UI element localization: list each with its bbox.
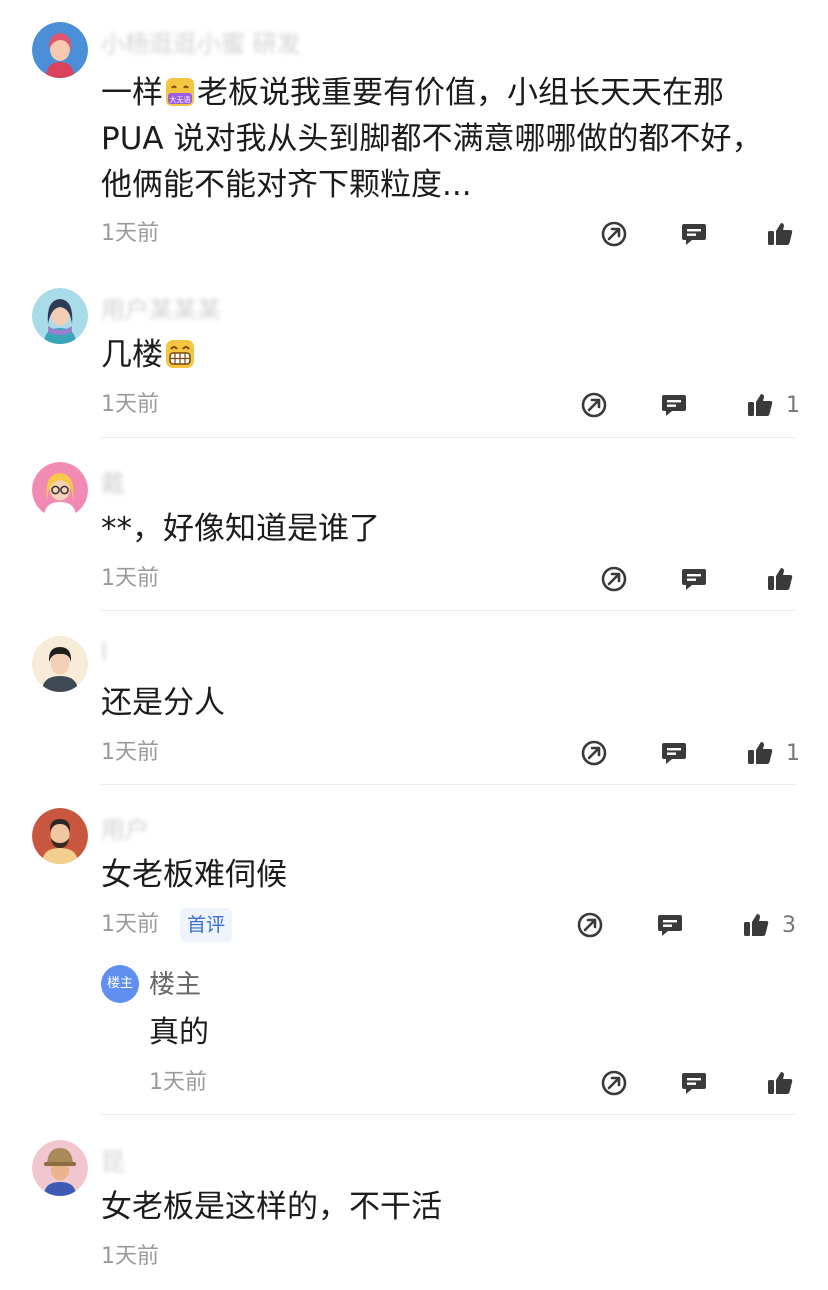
comment-author[interactable]: 用户 (101, 810, 149, 845)
comment-author[interactable]: l (101, 638, 108, 666)
share-arrow-icon (600, 565, 628, 593)
share-button[interactable] (600, 1066, 628, 1100)
reply-button[interactable] (656, 908, 684, 942)
comment-text-line: PUA 说对我从头到脚都不满意哪哪做的都不好， (101, 121, 763, 157)
reply-button[interactable] (680, 217, 708, 251)
avatar[interactable] (32, 636, 88, 692)
divider (101, 1114, 796, 1115)
thumbs-up-icon (766, 1069, 794, 1097)
share-arrow-icon (580, 391, 608, 419)
thumbs-up-icon (766, 565, 794, 593)
comment-text: **，好像知道是谁了 (101, 511, 380, 547)
grin-emoji (165, 336, 195, 368)
comment-bubble-icon (656, 911, 684, 939)
comment-bubble-icon (680, 565, 708, 593)
like-count: 1 (786, 392, 800, 418)
like-button[interactable] (766, 1066, 794, 1100)
like-button[interactable]: 3 (742, 908, 796, 942)
like-count: 1 (786, 740, 800, 766)
comment-text-line: 几楼 (101, 337, 163, 373)
grin-emoji: 大无语 (165, 74, 195, 106)
like-button[interactable]: 1 (746, 388, 800, 422)
divider (101, 784, 796, 785)
avatar[interactable] (32, 22, 88, 78)
avatar[interactable] (32, 1140, 88, 1196)
like-button[interactable] (766, 562, 806, 596)
comment-time: 1天前 (101, 392, 159, 417)
comment-author[interactable]: 小杨逛逛小蜜 研发 (101, 24, 301, 59)
reply-button[interactable] (680, 562, 708, 596)
like-count: 3 (782, 912, 796, 938)
thumbs-up-icon (742, 911, 770, 939)
divider (101, 437, 796, 438)
comment-text-line: 他俩能不能对齐下颗粒度... (101, 167, 472, 203)
comment-text-line: 一样 (101, 75, 163, 111)
share-arrow-icon (580, 739, 608, 767)
share-button[interactable] (580, 736, 608, 770)
share-arrow-icon (600, 1069, 628, 1097)
op-avatar[interactable]: 楼主 (101, 965, 139, 1003)
comment-time: 1天前 (101, 1244, 159, 1269)
avatar[interactable] (32, 288, 88, 344)
reply-time: 1天前 (149, 1070, 207, 1095)
comment-bubble-icon (660, 391, 688, 419)
reply-button[interactable] (680, 1066, 708, 1100)
reply-author[interactable]: 楼主 (149, 968, 201, 1002)
thumbs-up-icon (766, 220, 794, 248)
thumbs-up-icon (746, 391, 774, 419)
share-button[interactable] (580, 388, 608, 422)
reply-button[interactable] (660, 736, 688, 770)
divider (101, 610, 796, 611)
reply-button[interactable] (660, 388, 688, 422)
share-button[interactable] (600, 217, 628, 251)
comment-bubble-icon (660, 739, 688, 767)
comment-author[interactable]: 昆 (101, 1142, 125, 1177)
share-button[interactable] (600, 562, 628, 596)
avatar[interactable] (32, 808, 88, 864)
comment-list: 小杨逛逛小蜜 研发 一样 大无语 老板说我重要有价值，小组长天天在那 PUA 说对我… (0, 0, 828, 1290)
share-arrow-icon (576, 911, 604, 939)
comment-time: 1天前 (101, 221, 159, 246)
thumbs-up-icon (746, 739, 774, 767)
comment-time: 1天前 (101, 740, 159, 765)
comment-time: 1天前 (101, 912, 159, 937)
comment-author[interactable]: 用户某某某 (101, 290, 221, 325)
comment-text-line: 老板说我重要有价值，小组长天天在那 (197, 75, 724, 111)
svg-text:大无语: 大无语 (170, 95, 191, 104)
reply-text: 真的 (149, 1015, 209, 1050)
comment-text: 还是分人 (101, 685, 225, 721)
share-button[interactable] (576, 908, 604, 942)
comment-bubble-icon (680, 220, 708, 248)
comment-time: 1天前 (101, 566, 159, 591)
comment-text: 一样 大无语 老板说我重要有价值，小组长天天在那 PUA 说对我从头到脚都不满意哪哪… (101, 70, 768, 208)
share-arrow-icon (600, 220, 628, 248)
comment-author[interactable]: 戴 (101, 464, 125, 499)
comment-text: 女老板是这样的，不干活 (101, 1189, 442, 1225)
comment-text: 几楼 (101, 332, 768, 378)
like-button[interactable]: 1 (746, 736, 800, 770)
comment-text: 女老板难伺候 (101, 857, 287, 893)
first-comment-badge: 首评 (180, 908, 233, 942)
avatar[interactable] (32, 462, 88, 518)
comment-bubble-icon (680, 1069, 708, 1097)
like-button[interactable] (766, 217, 806, 251)
